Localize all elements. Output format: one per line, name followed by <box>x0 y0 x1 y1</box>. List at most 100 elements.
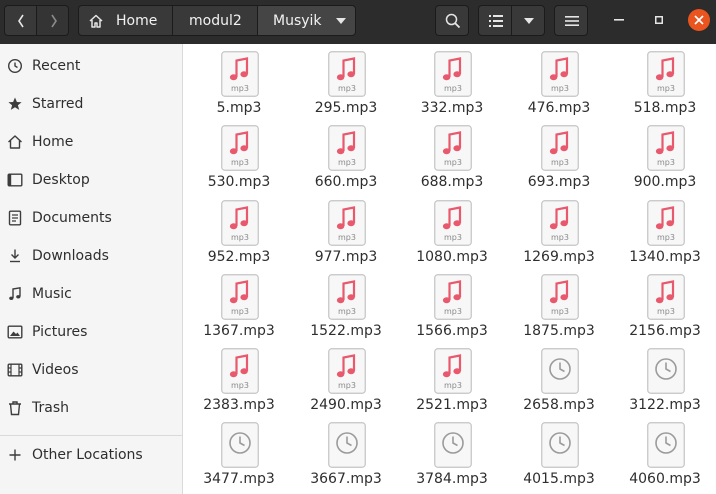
file-item[interactable]: 4060.mp3 <box>612 415 716 489</box>
chevron-right-icon <box>51 14 57 28</box>
sidebar-item-other-locations[interactable]: Other Locations <box>0 437 182 473</box>
file-item[interactable]: mp3 1566.mp3 <box>399 267 505 341</box>
svg-text:mp3: mp3 <box>338 307 356 316</box>
back-button[interactable] <box>4 5 37 36</box>
audio-file-icon: mp3 <box>647 125 685 171</box>
file-name: 5.mp3 <box>216 100 262 116</box>
maximize-button[interactable] <box>648 9 670 31</box>
svg-text:mp3: mp3 <box>338 158 356 167</box>
sidebar-item-starred[interactable]: Starred <box>0 86 182 122</box>
svg-text:mp3: mp3 <box>657 84 675 93</box>
file-item[interactable]: mp3 693.mp3 <box>506 118 612 192</box>
file-item[interactable]: mp3 1367.mp3 <box>186 267 292 341</box>
svg-text:mp3: mp3 <box>338 84 356 93</box>
sidebar-item-trash[interactable]: Trash <box>0 390 182 426</box>
sidebar-item-videos[interactable]: Videos <box>0 352 182 388</box>
main-menu-button[interactable] <box>554 5 588 36</box>
file-item[interactable]: mp3 1875.mp3 <box>506 267 612 341</box>
file-item[interactable]: mp3 1080.mp3 <box>399 193 505 267</box>
file-item[interactable]: mp3 5.mp3 <box>186 44 292 118</box>
file-item[interactable]: mp3 688.mp3 <box>399 118 505 192</box>
file-name: 3122.mp3 <box>629 397 701 413</box>
file-item[interactable]: 3477.mp3 <box>186 415 292 489</box>
svg-text:mp3: mp3 <box>657 307 675 316</box>
file-item[interactable]: mp3 518.mp3 <box>612 44 716 118</box>
sidebar-item-label: Downloads <box>32 248 109 264</box>
file-item[interactable]: mp3 1522.mp3 <box>293 267 399 341</box>
breadcrumb-label: Home <box>116 13 158 29</box>
file-name: 1340.mp3 <box>629 249 701 265</box>
chevron-left-icon <box>18 14 24 28</box>
file-item[interactable]: mp3 2156.mp3 <box>612 267 716 341</box>
loading-thumbnail-icon <box>221 422 259 468</box>
file-name: 900.mp3 <box>633 174 697 190</box>
file-name: 476.mp3 <box>527 100 591 116</box>
sidebar-item-label: Music <box>32 286 72 302</box>
trash-icon <box>9 401 21 416</box>
audio-file-icon: mp3 <box>541 274 579 320</box>
file-item[interactable]: mp3 476.mp3 <box>506 44 612 118</box>
star-icon <box>8 97 22 110</box>
file-name: 2383.mp3 <box>203 397 275 413</box>
sidebar-item-label: Desktop <box>32 172 90 188</box>
svg-text:mp3: mp3 <box>551 84 569 93</box>
forward-button[interactable] <box>36 5 69 36</box>
places-sidebar: Recent Starred Home Desktop Documents Do… <box>0 44 183 494</box>
file-item[interactable]: mp3 530.mp3 <box>186 118 292 192</box>
file-item[interactable]: mp3 977.mp3 <box>293 193 399 267</box>
breadcrumb-modul2[interactable]: modul2 <box>172 5 258 36</box>
file-item[interactable]: mp3 2383.mp3 <box>186 341 292 415</box>
file-item[interactable]: mp3 295.mp3 <box>293 44 399 118</box>
file-item[interactable]: 3784.mp3 <box>399 415 505 489</box>
audio-file-icon: mp3 <box>328 348 366 394</box>
file-item[interactable]: 2658.mp3 <box>506 341 612 415</box>
file-name: 332.mp3 <box>420 100 484 116</box>
file-item[interactable]: mp3 660.mp3 <box>293 118 399 192</box>
sidebar-item-music[interactable]: Music <box>0 276 182 312</box>
file-name: 530.mp3 <box>207 174 271 190</box>
sidebar-item-label: Trash <box>32 400 69 416</box>
svg-text:mp3: mp3 <box>231 158 249 167</box>
audio-file-icon: mp3 <box>434 274 472 320</box>
file-name: 1080.mp3 <box>416 249 488 265</box>
caret-down-icon <box>524 18 534 24</box>
file-name: 693.mp3 <box>527 174 591 190</box>
minimize-button[interactable] <box>608 9 630 31</box>
file-item[interactable]: mp3 2490.mp3 <box>293 341 399 415</box>
music-icon <box>9 286 21 300</box>
list-view-button[interactable] <box>478 5 512 36</box>
sidebar-item-desktop[interactable]: Desktop <box>0 162 182 198</box>
file-item[interactable]: 3122.mp3 <box>612 341 716 415</box>
file-item[interactable]: mp3 1340.mp3 <box>612 193 716 267</box>
svg-text:mp3: mp3 <box>231 307 249 316</box>
sidebar-item-downloads[interactable]: Downloads <box>0 238 182 274</box>
breadcrumb-musyik[interactable]: Musyik <box>257 5 356 36</box>
file-item[interactable]: 3667.mp3 <box>293 415 399 489</box>
sidebar-item-label: Videos <box>32 362 79 378</box>
close-button[interactable] <box>688 9 710 31</box>
sidebar-item-documents[interactable]: Documents <box>0 200 182 236</box>
file-name: 2490.mp3 <box>310 397 382 413</box>
file-item[interactable]: mp3 332.mp3 <box>399 44 505 118</box>
audio-file-icon: mp3 <box>434 200 472 246</box>
sidebar-item-recent[interactable]: Recent <box>0 48 182 84</box>
loading-thumbnail-icon <box>541 348 579 394</box>
file-name: 660.mp3 <box>314 174 378 190</box>
minimize-icon <box>614 19 624 21</box>
view-options-button[interactable] <box>511 5 545 36</box>
breadcrumb-home[interactable]: Home <box>78 5 173 36</box>
audio-file-icon: mp3 <box>541 200 579 246</box>
file-name: 3477.mp3 <box>203 471 275 487</box>
sidebar-item-pictures[interactable]: Pictures <box>0 314 182 350</box>
search-button[interactable] <box>435 5 469 36</box>
loading-thumbnail-icon <box>434 422 472 468</box>
file-item[interactable]: mp3 1269.mp3 <box>506 193 612 267</box>
sidebar-item-home[interactable]: Home <box>0 124 182 160</box>
audio-file-icon: mp3 <box>328 51 366 97</box>
file-item[interactable]: mp3 900.mp3 <box>612 118 716 192</box>
close-icon <box>694 15 704 25</box>
file-item[interactable]: 4015.mp3 <box>506 415 612 489</box>
audio-file-icon: mp3 <box>647 200 685 246</box>
file-item[interactable]: mp3 2521.mp3 <box>399 341 505 415</box>
file-item[interactable]: mp3 952.mp3 <box>186 193 292 267</box>
